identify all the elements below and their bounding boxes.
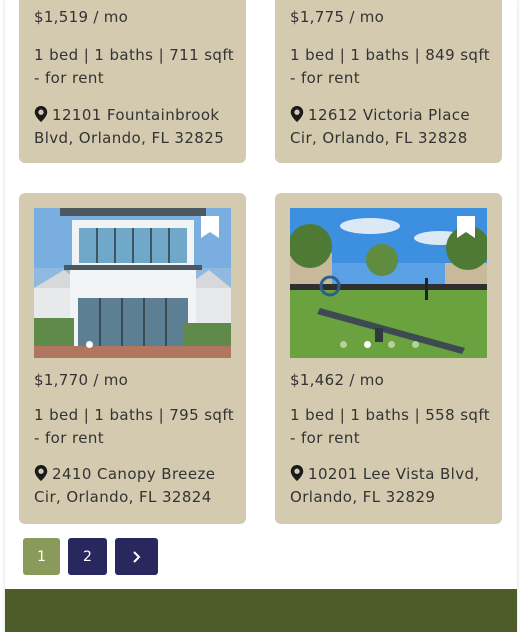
listing-details: 1 bed | 1 baths | 711 sqft - for rent (34, 46, 235, 87)
carousel-dots (34, 333, 231, 352)
listing-address[interactable]: 2410 Canopy Breeze Cir, Orlando, FL 3282… (34, 463, 239, 508)
listing-details: 1 bed | 1 baths | 849 sqft - for rent (290, 46, 491, 87)
listing-price: $1,775 / mo (290, 8, 385, 26)
footer-bar (5, 589, 517, 632)
listing-address-text: 12612 Victoria Place Cir, Orlando, FL 32… (290, 106, 471, 147)
listing-price: $1,519 / mo (34, 8, 129, 26)
listing-price: $1,770 / mo (34, 371, 129, 389)
carousel-dot[interactable] (388, 341, 396, 348)
chevron-right-icon (132, 550, 140, 563)
listing-card[interactable]: $1,775 / mo 1 bed | 1 baths | 849 sqft -… (275, 0, 502, 163)
listing-price: $1,462 / mo (290, 371, 385, 389)
listing-address[interactable]: 12101 Fountainbrook Blvd, Orlando, FL 32… (34, 104, 239, 149)
carousel-dot[interactable] (412, 341, 420, 348)
location-pin-icon (34, 465, 48, 481)
location-pin-icon (290, 106, 304, 122)
location-pin-icon (290, 465, 304, 481)
listing-photo[interactable] (290, 208, 487, 358)
carousel-dot[interactable] (340, 341, 347, 348)
bookmark-icon[interactable] (201, 216, 219, 238)
listing-card[interactable]: $1,462 / mo 1 bed | 1 baths | 558 sqft -… (275, 193, 502, 524)
listing-address-text: 10201 Lee Vista Blvd, Orlando, FL 32829 (290, 465, 480, 506)
listing-card[interactable]: $1,770 / mo 1 bed | 1 baths | 795 sqft -… (19, 193, 246, 524)
listing-address[interactable]: 12612 Victoria Place Cir, Orlando, FL 32… (290, 104, 495, 149)
carousel-dot[interactable] (364, 341, 372, 348)
listing-details: 1 bed | 1 baths | 558 sqft - for rent (290, 406, 491, 447)
listing-address-text: 2410 Canopy Breeze Cir, Orlando, FL 3282… (34, 465, 216, 506)
listing-photo[interactable] (34, 208, 231, 358)
next-page-button[interactable] (115, 538, 158, 575)
location-pin-icon (34, 106, 48, 122)
bookmark-icon[interactable] (457, 216, 475, 238)
listing-address-text: 12101 Fountainbrook Blvd, Orlando, FL 32… (34, 106, 225, 147)
listing-card[interactable]: $1,519 / mo 1 bed | 1 baths | 711 sqft -… (19, 0, 246, 163)
page-1-button[interactable]: 1 (23, 538, 60, 575)
carousel-dot[interactable] (86, 341, 93, 348)
listing-details: 1 bed | 1 baths | 795 sqft - for rent (34, 406, 235, 447)
listing-address[interactable]: 10201 Lee Vista Blvd, Orlando, FL 32829 (290, 463, 495, 508)
carousel-dots (290, 333, 487, 352)
page-2-button[interactable]: 2 (68, 538, 107, 575)
